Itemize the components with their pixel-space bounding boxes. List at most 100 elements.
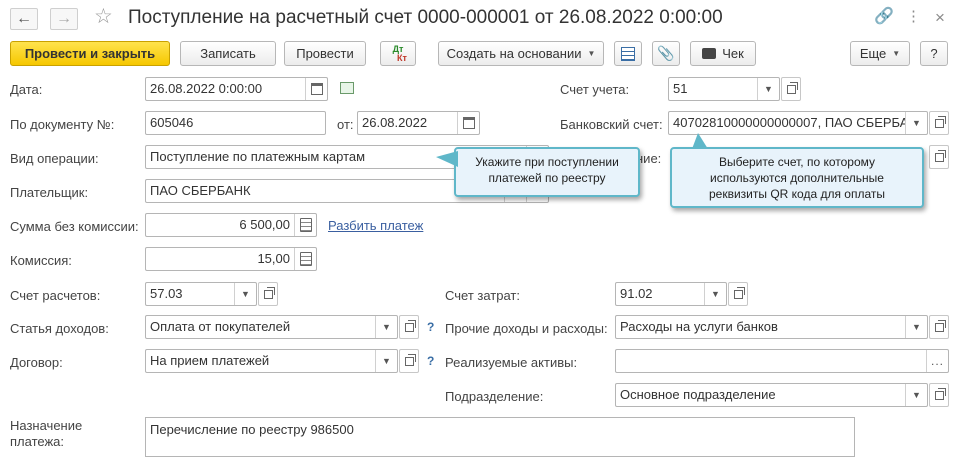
open-division-button[interactable]: [929, 383, 949, 407]
calculator-icon: [299, 218, 312, 232]
chevron-down-icon[interactable]: ▼: [905, 316, 927, 338]
printer-icon: [702, 48, 717, 59]
check-button[interactable]: Чек: [690, 41, 756, 66]
open-icon: [786, 81, 798, 94]
open-icon: [404, 319, 416, 332]
settle-account-label: Счет расчетов:: [10, 288, 101, 303]
qr-tooltip-line1: Выберите счет, по которому: [718, 155, 876, 169]
payer-label: Плательщик:: [10, 185, 89, 200]
open-other-button[interactable]: [929, 315, 949, 339]
purpose-textarea[interactable]: Перечисление по реестру 986500: [145, 417, 855, 457]
open-icon: [404, 353, 416, 366]
bank-account-label: Банковский счет:: [560, 117, 663, 132]
chevron-down-icon[interactable]: ▼: [905, 112, 927, 134]
forward-button[interactable]: →: [50, 8, 78, 30]
select-button[interactable]: ...: [926, 350, 948, 372]
division-field[interactable]: Основное подразделение ▼: [615, 383, 928, 407]
open-contract-button[interactable]: [399, 349, 419, 373]
more-vertical-icon[interactable]: ⋮: [906, 9, 921, 24]
commission-value: 15,00: [257, 251, 290, 266]
doc-date-value: 26.08.2022: [362, 115, 428, 130]
arrow-right-icon: →: [56, 10, 72, 27]
income-item-label: Статья доходов:: [10, 321, 109, 336]
contract-field[interactable]: На прием платежей ▼: [145, 349, 398, 373]
open-icon: [263, 286, 275, 299]
close-icon[interactable]: ×: [935, 9, 945, 26]
dt-kt-button[interactable]: Дт Кт: [380, 41, 416, 66]
assets-value: [616, 350, 926, 372]
doc-no-value: 605046: [150, 115, 194, 130]
open-icon: [934, 387, 946, 400]
income-help-icon[interactable]: ?: [427, 320, 434, 334]
cost-account-label: Счет затрат:: [445, 288, 520, 303]
more-button[interactable]: Еще ▼: [850, 41, 910, 66]
save-button[interactable]: Записать: [180, 41, 276, 66]
income-item-value: Оплата от покупателей: [150, 319, 291, 334]
create-based-on-button[interactable]: Создать на основании ▼: [438, 41, 604, 66]
back-button[interactable]: ←: [10, 8, 38, 30]
commission-field[interactable]: 15,00: [145, 247, 317, 271]
calendar-button[interactable]: [457, 112, 479, 134]
help-button[interactable]: ?: [920, 41, 948, 66]
post-and-close-button[interactable]: Провести и закрыть: [10, 41, 170, 66]
post-button[interactable]: Провести: [284, 41, 366, 66]
calculator-button[interactable]: [294, 248, 316, 270]
open-settle-account-button[interactable]: [258, 282, 278, 306]
open-icon: [934, 149, 946, 162]
chevron-down-icon[interactable]: ▼: [234, 283, 256, 305]
registry-tooltip: Укажите при поступлении платежей по реес…: [436, 147, 640, 197]
check-label: Чек: [722, 46, 744, 61]
doc-date-field[interactable]: 26.08.2022: [357, 111, 480, 135]
open-icon: [733, 286, 745, 299]
arrow-left-icon: ←: [16, 10, 32, 27]
date-label: Дата:: [10, 82, 43, 97]
account-label: Счет учета:: [560, 82, 630, 97]
attach-button[interactable]: 📎: [652, 41, 680, 66]
amount-label: Сумма без комиссии:: [10, 219, 139, 234]
assets-field[interactable]: ...: [615, 349, 949, 373]
create-based-on-label: Создать на основании: [446, 46, 582, 61]
star-icon[interactable]: ☆: [94, 6, 113, 27]
open-income-item-button[interactable]: [399, 315, 419, 339]
cost-account-field[interactable]: 91.02 ▼: [615, 282, 727, 306]
other-income-expense-label: Прочие доходы и расходы:: [445, 321, 608, 336]
contract-label: Договор:: [10, 355, 63, 370]
register-icon[interactable]: [340, 82, 354, 94]
dt-kt-icon-bottom: Кт: [397, 52, 407, 63]
doc-no-field[interactable]: 605046: [145, 111, 326, 135]
chevron-down-icon[interactable]: ▼: [757, 78, 779, 100]
open-hidden-field-button[interactable]: [929, 145, 949, 169]
division-value: Основное подразделение: [620, 387, 776, 402]
registry-tooltip-line2: платежей по реестру: [488, 171, 606, 185]
chevron-down-icon[interactable]: ▼: [375, 350, 397, 372]
contract-help-icon[interactable]: ?: [427, 354, 434, 368]
cost-account-value: 91.02: [620, 286, 653, 301]
calendar-button[interactable]: [305, 78, 327, 100]
other-income-expense-field[interactable]: Расходы на услуги банков ▼: [615, 315, 928, 339]
open-cost-account-button[interactable]: [728, 282, 748, 306]
income-item-field[interactable]: Оплата от покупателей ▼: [145, 315, 398, 339]
structure-button[interactable]: [614, 41, 642, 66]
contract-value: На прием платежей: [150, 353, 270, 368]
settle-account-value: 57.03: [150, 286, 183, 301]
split-payment-link[interactable]: Разбить платеж: [328, 218, 423, 233]
date-field[interactable]: 26.08.2022 0:00:00: [145, 77, 328, 101]
page-title: Поступление на расчетный счет 0000-00000…: [128, 7, 723, 28]
structure-icon: [621, 46, 635, 61]
tooltip-pointer: [692, 133, 708, 149]
chevron-down-icon[interactable]: ▼: [704, 283, 726, 305]
open-account-button[interactable]: [781, 77, 801, 101]
bank-account-field[interactable]: 40702810000000000007, ПАО СБЕРБАНК ▼: [668, 111, 928, 135]
calculator-button[interactable]: [294, 214, 316, 236]
chevron-down-icon[interactable]: ▼: [375, 316, 397, 338]
amount-field[interactable]: 6 500,00: [145, 213, 317, 237]
chevron-down-icon: ▼: [892, 49, 901, 58]
open-bank-account-button[interactable]: [929, 111, 949, 135]
calendar-icon: [462, 117, 475, 129]
chevron-down-icon: ▼: [587, 49, 596, 58]
link-icon[interactable]: 🔗: [874, 9, 894, 25]
open-icon: [934, 319, 946, 332]
account-field[interactable]: 51 ▼: [668, 77, 780, 101]
settle-account-field[interactable]: 57.03 ▼: [145, 282, 257, 306]
chevron-down-icon[interactable]: ▼: [905, 384, 927, 406]
